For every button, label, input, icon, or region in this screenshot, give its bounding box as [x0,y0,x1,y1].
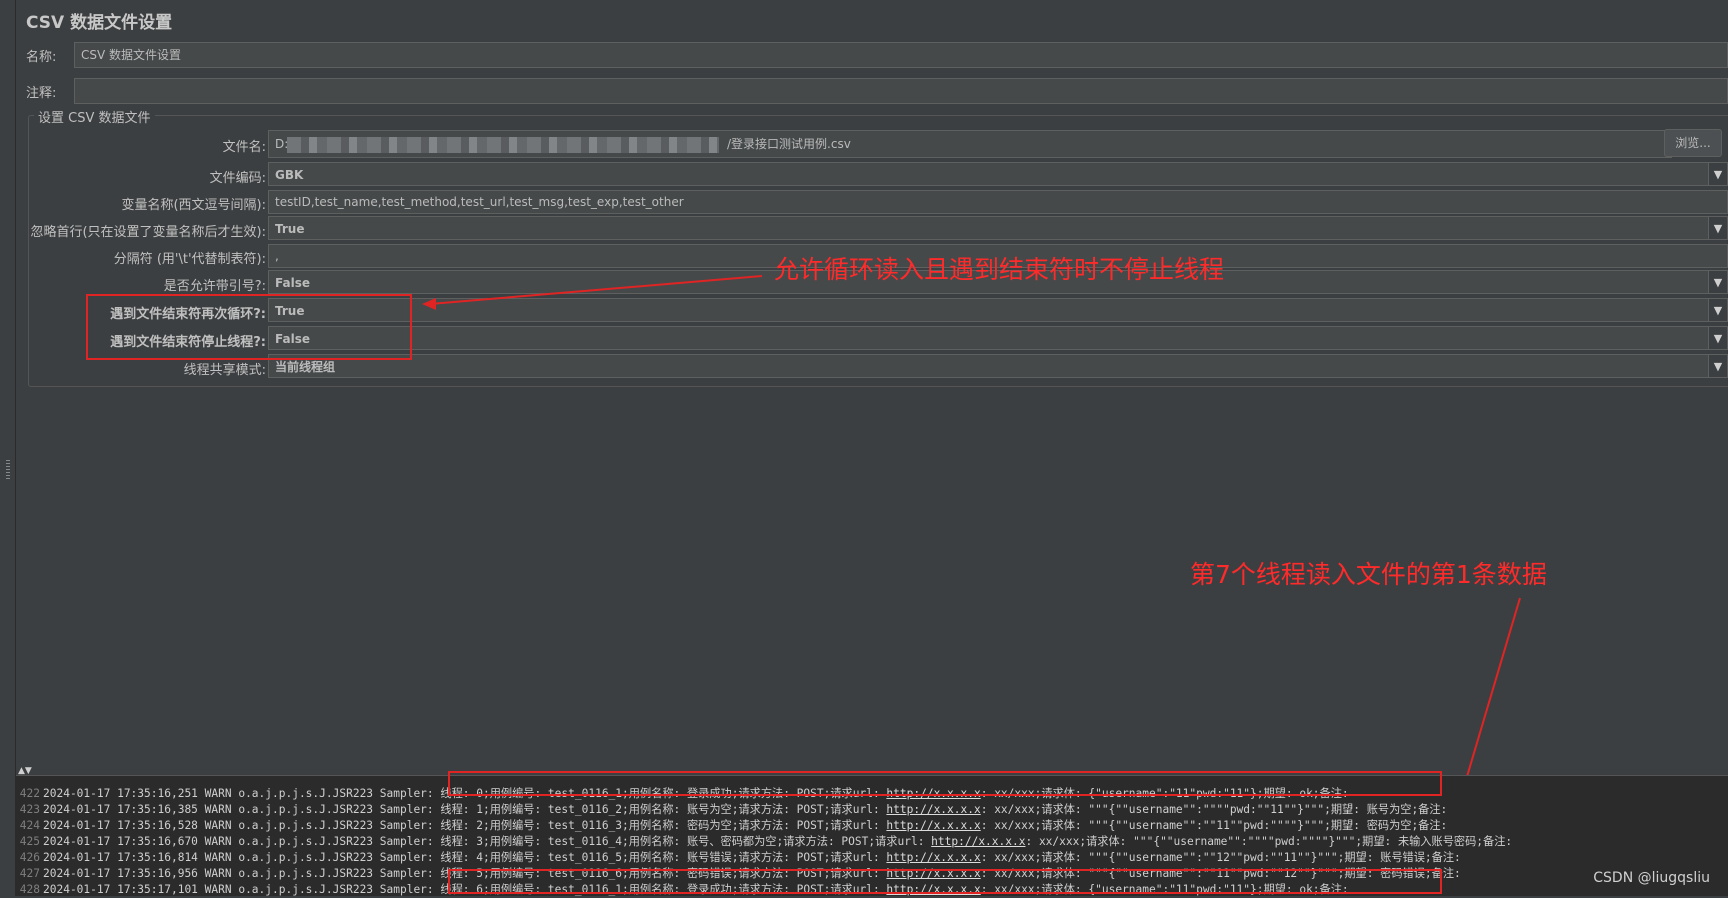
arrow-line-top [429,275,763,305]
highlight-box-log-first [448,771,1442,796]
log-line: 423 2024-01-17 17:35:16,385 WARN o.a.j.p.… [19,803,1448,816]
log-line: 424 2024-01-17 17:35:16,528 WARN o.a.j.p.… [19,819,1448,832]
log-line: 426 2024-01-17 17:35:16,814 WARN o.a.j.p.… [19,851,1461,864]
log-line: 425 2024-01-17 17:35:16,670 WARN o.a.j.p.… [19,835,1513,848]
highlight-box-log-last [448,869,1442,894]
annotation-arrows [422,275,1521,864]
watermark: CSDN @liugqsliu [1593,870,1710,886]
log-url-link[interactable]: http://x.x.x.x [886,803,980,816]
log-url-link[interactable]: http://x.x.x.x [886,851,980,864]
arrow-head-top [422,298,436,310]
log-url-link[interactable]: http://x.x.x.x [886,819,980,832]
log-url-link[interactable]: http://x.x.x.x [931,835,1025,848]
